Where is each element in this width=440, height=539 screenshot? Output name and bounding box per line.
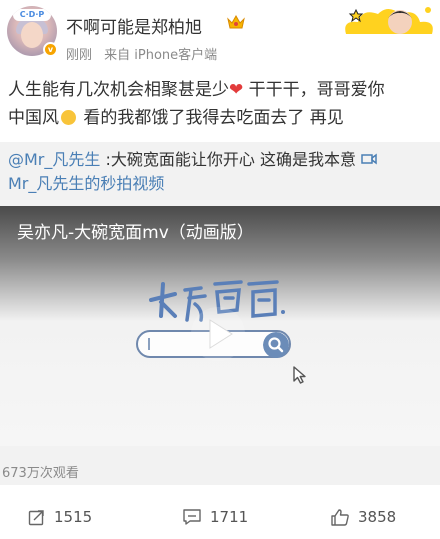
card-decoration-icon bbox=[345, 7, 433, 34]
avatar-tag: C·D·P bbox=[13, 9, 51, 21]
video-title: 吴亦凡-大碗宽面mv（动画版） bbox=[17, 223, 254, 243]
comment-icon bbox=[183, 509, 201, 525]
play-icon[interactable] bbox=[190, 306, 246, 362]
repost-text: @Mr_凡先生 :大碗宽面能让你开心 这确是我本意 Mr_凡先生的秒拍视频 bbox=[8, 148, 428, 196]
repost-card[interactable]: @Mr_凡先生 :大碗宽面能让你开心 这确是我本意 Mr_凡先生的秒拍视频 吴亦… bbox=[0, 142, 440, 485]
video-link[interactable]: Mr_凡先生的秒拍视频 bbox=[8, 174, 164, 193]
post-text: 中国风 bbox=[8, 108, 59, 128]
post-meta: 刚刚 来自 iPhone客户端 bbox=[66, 44, 225, 63]
heart-icon: ❤ bbox=[229, 80, 244, 100]
repost-button[interactable]: 1515 bbox=[28, 508, 92, 526]
repost-count: 1515 bbox=[54, 508, 93, 526]
post-line-1: 人生能有几次机会相聚甚是少❤ 干干干，哥哥爱你 bbox=[8, 76, 434, 104]
thumbs-up-icon bbox=[331, 509, 349, 526]
post-text: 干干干，哥哥爱你 bbox=[243, 80, 385, 100]
comment-count: 1711 bbox=[210, 508, 249, 526]
mention-link[interactable]: @Mr_凡先生 bbox=[8, 150, 100, 169]
comment-button[interactable]: 1711 bbox=[182, 508, 248, 526]
post-source: 来自 iPhone客户端 bbox=[104, 48, 218, 63]
like-button[interactable]: 3858 bbox=[330, 508, 396, 526]
post-line-2: 中国风 看的我都饿了我得去吃面去了 再见 bbox=[8, 104, 434, 132]
view-count: 673万次观看 bbox=[2, 466, 79, 481]
post-content: 人生能有几次机会相聚甚是少❤ 干干干，哥哥爱你 中国风 看的我都饿了我得去吃面去… bbox=[8, 76, 434, 132]
repost-icon bbox=[28, 510, 44, 526]
post-text: 看的我都饿了我得去吃面去了 再见 bbox=[78, 108, 344, 128]
username[interactable]: 不啊可能是郑柏旭 bbox=[66, 13, 202, 38]
text-caret bbox=[148, 338, 150, 350]
post-text: 人生能有几次机会相聚甚是少 bbox=[8, 80, 229, 100]
video-player[interactable]: 吴亦凡-大碗宽面mv（动画版） bbox=[0, 206, 440, 446]
like-count: 3858 bbox=[358, 508, 397, 526]
action-bar: 1515 1711 3858 bbox=[0, 496, 440, 539]
smile-emoji-icon bbox=[61, 110, 76, 125]
post-header: C·D·P v 不啊可能是郑柏旭 刚刚 来自 iPhone客户端 bbox=[0, 0, 440, 74]
repost-body: :大碗宽面能让你开心 这确是我本意 bbox=[100, 150, 356, 169]
mouse-cursor-icon bbox=[293, 366, 306, 384]
crown-icon bbox=[227, 14, 245, 29]
post-time: 刚刚 bbox=[66, 48, 93, 63]
avatar-face bbox=[21, 22, 43, 48]
video-camera-icon bbox=[361, 153, 377, 165]
search-icon bbox=[263, 332, 289, 358]
verified-badge-icon: v bbox=[43, 42, 58, 57]
